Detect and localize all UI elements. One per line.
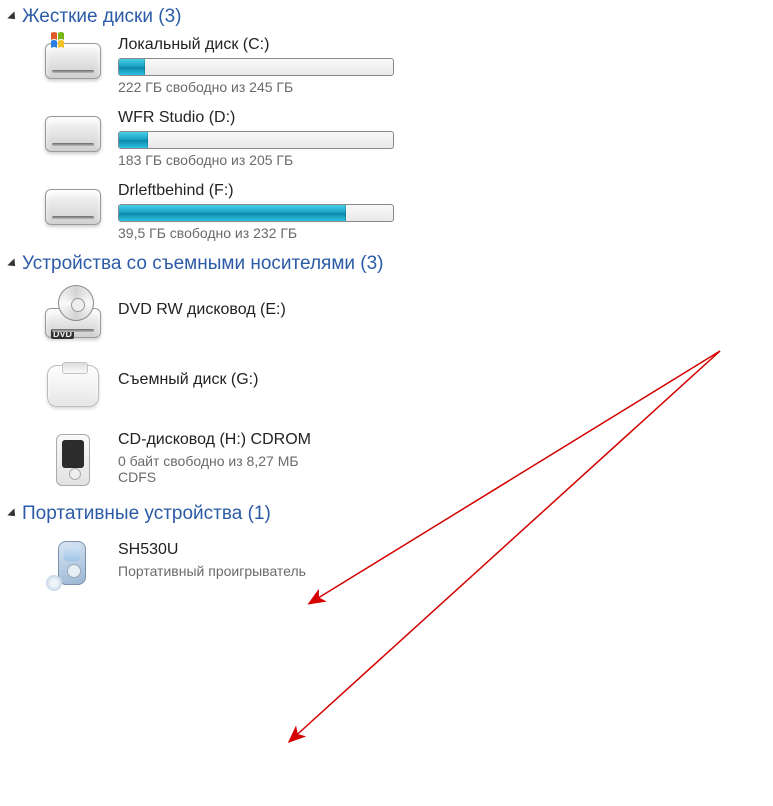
dvd-drive-icon: DVD: [42, 281, 104, 343]
section-header-removable[interactable]: Устройства со съемными носителями (3): [0, 253, 773, 275]
drive-body: DVD RW дисковод (E:): [118, 281, 286, 323]
hard-drive-icon: [42, 180, 104, 234]
usage-bar: [118, 131, 394, 149]
drive-item[interactable]: DVD DVD RW дисковод (E:): [0, 275, 773, 349]
usage-bar: [118, 58, 394, 76]
drive-body: Съемный диск (G:): [118, 355, 258, 393]
section-hard-drives: Жесткие диски (3) Локальный диск (C:) 22…: [0, 6, 773, 247]
drive-item[interactable]: CD-дисковод (H:) CDROM 0 байт свободно и…: [0, 423, 773, 497]
drive-name: DVD RW дисковод (E:): [118, 301, 286, 319]
drive-name: CD-дисковод (H:) CDROM: [118, 431, 311, 449]
usage-bar: [118, 204, 394, 222]
drive-name: Локальный диск (C:): [118, 36, 394, 54]
section-title: Жесткие диски (3): [22, 6, 181, 28]
drive-name: Съемный диск (G:): [118, 371, 258, 389]
drive-item[interactable]: Съемный диск (G:): [0, 349, 773, 423]
drive-item[interactable]: Локальный диск (C:) 222 ГБ свободно из 2…: [0, 28, 773, 101]
drive-body: SH530U Портативный проигрыватель: [118, 531, 306, 579]
hard-drive-c-icon: [42, 34, 104, 88]
drive-item[interactable]: WFR Studio (D:) 183 ГБ свободно из 205 Г…: [0, 101, 773, 174]
section-header-portable[interactable]: Портативные устройства (1): [0, 503, 773, 525]
drive-body: CD-дисковод (H:) CDROM 0 байт свободно и…: [118, 429, 311, 485]
drive-body: Drleftbehind (F:) 39,5 ГБ свободно из 23…: [118, 180, 394, 241]
drive-item[interactable]: SH530U Портативный проигрыватель: [0, 525, 773, 599]
drive-name: Drleftbehind (F:): [118, 182, 394, 200]
section-title: Портативные устройства (1): [22, 503, 271, 525]
drive-free-text: 183 ГБ свободно из 205 ГБ: [118, 152, 394, 168]
drive-free-text: 39,5 ГБ свободно из 232 ГБ: [118, 225, 394, 241]
media-player-device-icon: [42, 429, 104, 491]
drive-filesystem: CDFS: [118, 469, 311, 485]
windows-flag-icon: [50, 30, 76, 52]
section-portable: Портативные устройства (1) SH530U Портат…: [0, 503, 773, 599]
section-header-hard-drives[interactable]: Жесткие диски (3): [0, 6, 773, 28]
drive-name: SH530U: [118, 541, 306, 559]
section-removable: Устройства со съемными носителями (3) DV…: [0, 253, 773, 497]
drive-free-text: 0 байт свободно из 8,27 МБ: [118, 453, 311, 469]
dvd-badge: DVD: [51, 329, 74, 339]
section-title: Устройства со съемными носителями (3): [22, 253, 384, 275]
drive-name: WFR Studio (D:): [118, 109, 394, 127]
collapse-triangle-icon: [7, 258, 18, 269]
drive-body: Локальный диск (C:) 222 ГБ свободно из 2…: [118, 34, 394, 95]
collapse-triangle-icon: [7, 11, 18, 22]
drive-item[interactable]: Drleftbehind (F:) 39,5 ГБ свободно из 23…: [0, 174, 773, 247]
drive-free-text: 222 ГБ свободно из 245 ГБ: [118, 79, 394, 95]
drive-body: WFR Studio (D:) 183 ГБ свободно из 205 Г…: [118, 107, 394, 168]
hard-drive-icon: [42, 107, 104, 161]
collapse-triangle-icon: [7, 508, 18, 519]
drive-subtype: Портативный проигрыватель: [118, 563, 306, 579]
portable-player-icon: [42, 531, 104, 593]
removable-disk-icon: [42, 355, 104, 417]
